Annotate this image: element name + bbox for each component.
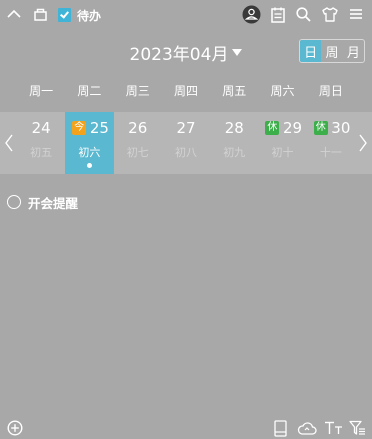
weekday-label: 周二: [77, 84, 102, 98]
lunar-date: 十一: [319, 146, 342, 159]
day-number: 27: [176, 119, 196, 137]
view-toggle: 日 周 月: [299, 39, 365, 63]
view-month-button[interactable]: 月: [343, 40, 364, 62]
todo-check-icon: [58, 8, 71, 22]
weekday-header: 周一 周二 周三 周四 周五 周六 周日: [17, 80, 355, 102]
next-week-chevron-right-icon[interactable]: [355, 112, 371, 174]
event-dot-icon: [86, 163, 92, 168]
tablet-icon[interactable]: [273, 419, 288, 437]
view-day-button[interactable]: 日: [300, 40, 322, 62]
view-week-button[interactable]: 周: [321, 40, 342, 62]
weekday-label: 周五: [222, 84, 247, 98]
task-item[interactable]: 开会提醒: [7, 193, 78, 211]
prev-week-chevron-left-icon[interactable]: [1, 112, 17, 174]
user-icon[interactable]: [242, 5, 261, 24]
lunar-date: 初九: [223, 146, 246, 159]
month-title: 2023年04月: [129, 44, 229, 65]
skin-icon[interactable]: [321, 6, 338, 22]
day-cell[interactable]: 休 30 十一: [307, 112, 355, 174]
app-title-label: 待办: [77, 8, 102, 23]
weekday-label: 周三: [125, 84, 150, 98]
weekday-label: 周四: [173, 84, 198, 98]
day-cell[interactable]: 休 29 初十: [258, 112, 306, 174]
month-selector[interactable]: 2023年04月: [130, 40, 243, 65]
day-cell[interactable]: 24 初五: [17, 112, 65, 174]
week-strip: 24 初五 今 25 初六 26 初七 27 初八 28 初九 休 29 初十 …: [17, 112, 355, 174]
unpin-icon[interactable]: [32, 5, 48, 23]
task-label: 开会提醒: [28, 195, 79, 211]
day-cell[interactable]: 27 初八: [162, 112, 210, 174]
day-cell[interactable]: 28 初九: [210, 112, 258, 174]
menu-icon[interactable]: [348, 6, 364, 22]
add-icon[interactable]: [6, 419, 23, 436]
weekday-label: 周一: [29, 84, 54, 98]
search-icon[interactable]: [295, 6, 312, 23]
day-number: 28: [224, 119, 244, 137]
note-icon[interactable]: [270, 6, 286, 23]
filter-icon[interactable]: [348, 419, 366, 437]
weekday-label: 周六: [270, 84, 295, 98]
chevron-up-icon[interactable]: [6, 6, 22, 22]
lunar-date: 初七: [126, 146, 149, 159]
task-checkbox[interactable]: [7, 195, 21, 209]
day-number: 30: [331, 119, 351, 137]
day-number: 25: [89, 119, 109, 137]
day-number: 24: [31, 119, 51, 137]
day-cell-selected[interactable]: 今 25 初六: [65, 112, 114, 174]
day-cell[interactable]: 26 初七: [114, 112, 162, 174]
day-number: 26: [128, 119, 148, 137]
cloud-icon[interactable]: [296, 420, 317, 436]
day-number: 29: [283, 119, 303, 137]
lunar-date: 初六: [78, 146, 101, 159]
app-title: 待办: [58, 6, 101, 24]
lunar-date: 初十: [271, 146, 294, 159]
font-size-icon[interactable]: [323, 420, 343, 436]
weekday-label: 周日: [318, 84, 343, 98]
lunar-date: 初五: [30, 146, 53, 159]
caret-down-icon: [232, 49, 243, 56]
lunar-date: 初八: [174, 146, 197, 159]
